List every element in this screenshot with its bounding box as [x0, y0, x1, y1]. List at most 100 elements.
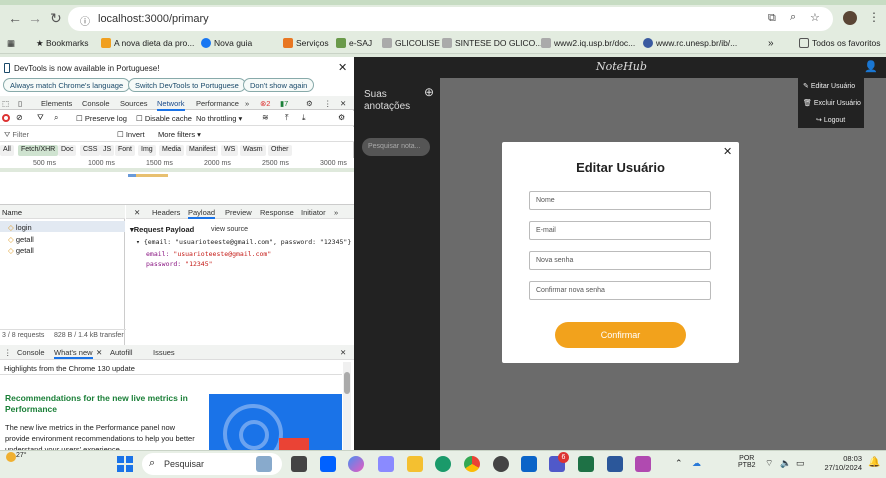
- star-icon[interactable]: ☆: [810, 11, 820, 24]
- weather-temp[interactable]: 27°: [16, 452, 27, 459]
- request-row[interactable]: ◇ login: [8, 223, 32, 232]
- confirm-button[interactable]: Confirmar: [555, 322, 686, 348]
- new-password-input[interactable]: Nova senha: [529, 251, 711, 270]
- chip-font[interactable]: Font: [115, 145, 136, 156]
- invert-checkbox[interactable]: ☐ Invert: [117, 130, 145, 139]
- search-icon[interactable]: ⌕: [54, 113, 58, 123]
- view-source-link[interactable]: view source: [211, 226, 248, 233]
- chip-fetch-xhr[interactable]: Fetch/XHR: [18, 145, 59, 156]
- filter-funnel-icon[interactable]: ⛛: [37, 113, 44, 123]
- language-indicator[interactable]: POR PTB2: [738, 455, 756, 469]
- windows-start-icon[interactable]: [117, 456, 133, 472]
- tab-elements[interactable]: Elements: [41, 99, 72, 108]
- bookmark-nova-guia[interactable]: Nova guia: [201, 38, 252, 48]
- app-icon[interactable]: [493, 456, 509, 472]
- snipping-tool-icon[interactable]: [635, 456, 651, 472]
- zoom-icon[interactable]: ⌕: [790, 11, 796, 24]
- chip-js[interactable]: JS: [100, 145, 115, 156]
- copilot-icon[interactable]: [348, 456, 364, 472]
- chip-all[interactable]: All: [0, 145, 14, 156]
- dont-show-again-button[interactable]: Don't show again: [243, 78, 315, 92]
- url-text[interactable]: localhost:3000/primary: [98, 13, 209, 25]
- bookmark-glicolise[interactable]: GLICOLISE: [382, 38, 440, 48]
- chip-doc[interactable]: Doc: [58, 145, 77, 156]
- chip-manifest[interactable]: Manifest: [186, 145, 219, 156]
- disable-cache-checkbox[interactable]: ☐ Disable cache: [136, 114, 192, 123]
- switch-portuguese-button[interactable]: Switch DevTools to Portuguese: [128, 78, 246, 92]
- drawer-tab-autofill[interactable]: Autofill: [110, 348, 133, 357]
- record-icon[interactable]: [2, 114, 10, 122]
- chip-other[interactable]: Other: [268, 145, 292, 156]
- tab-initiator[interactable]: Initiator: [301, 208, 326, 217]
- modal-close-icon[interactable]: ✕: [723, 145, 732, 158]
- onedrive-icon[interactable]: ☁: [692, 458, 701, 469]
- cast-icon[interactable]: ⧉: [768, 12, 776, 25]
- task-view-icon[interactable]: [291, 456, 307, 472]
- chip-wasm[interactable]: Wasm: [240, 145, 266, 156]
- edge-icon[interactable]: [435, 456, 451, 472]
- bookmark-bookmarks[interactable]: ★ Bookmarks: [36, 38, 89, 49]
- site-info-icon[interactable]: ⓘ: [80, 13, 90, 28]
- bookmark-dieta[interactable]: A nova dieta da pro...: [101, 38, 194, 48]
- drawer-tab-issues[interactable]: Issues: [153, 348, 175, 357]
- bookmark-esaj[interactable]: e-SAJ: [336, 38, 372, 48]
- warning-count[interactable]: ▮7: [280, 99, 288, 108]
- chip-img[interactable]: Img: [138, 145, 156, 156]
- menu-delete-user[interactable]: 🗑 Excluir Usuário: [803, 99, 861, 107]
- profile-avatar[interactable]: [843, 11, 857, 25]
- devtools-menu-icon[interactable]: ⋮: [324, 99, 332, 108]
- drawer-tab-whats-new[interactable]: What's new: [54, 348, 93, 359]
- banner-close-icon[interactable]: ✕: [338, 61, 347, 74]
- request-row[interactable]: ◇ getall: [8, 235, 34, 244]
- app-icon[interactable]: [378, 456, 394, 472]
- inspect-icon[interactable]: ⬚: [2, 99, 9, 108]
- outlook-icon[interactable]: [521, 456, 537, 472]
- tab-preview[interactable]: Preview: [225, 208, 252, 217]
- tray-chevron-icon[interactable]: ⌃: [675, 458, 683, 469]
- request-row[interactable]: ◇ getall: [8, 246, 34, 255]
- chip-media[interactable]: Media: [159, 145, 185, 156]
- dropbox-icon[interactable]: [320, 456, 336, 472]
- tab-headers[interactable]: Headers: [152, 208, 180, 217]
- forward-icon[interactable]: →: [28, 10, 42, 26]
- upload-icon[interactable]: ⤒: [285, 113, 289, 123]
- more-tabs-icon[interactable]: »: [245, 99, 249, 108]
- tab-performance[interactable]: Performance: [196, 99, 239, 108]
- wifi-icon[interactable]: ≋: [262, 113, 269, 122]
- apps-grid-icon[interactable]: ▦: [7, 38, 15, 49]
- tab-payload[interactable]: Payload: [188, 208, 216, 219]
- tab-response[interactable]: Response: [260, 208, 294, 217]
- drawer-close-icon[interactable]: ✕: [340, 348, 346, 357]
- chip-ws[interactable]: WS: [221, 145, 239, 156]
- error-count[interactable]: ⊗2: [260, 99, 270, 108]
- menu-logout[interactable]: ↪ Logout: [816, 116, 845, 124]
- payload-summary[interactable]: ▾ {email: "usuarioteeste@gmail.com", pas…: [136, 238, 351, 246]
- menu-dots-icon[interactable]: ⋮: [868, 10, 880, 24]
- notifications-icon[interactable]: 🔔: [868, 457, 880, 468]
- menu-edit-user[interactable]: ✎ Editar Usuário: [803, 82, 855, 90]
- name-column-header[interactable]: Name: [2, 208, 22, 217]
- request-payload-title[interactable]: ▾Request Payload: [130, 225, 194, 234]
- bookmark-iq-usp[interactable]: www2.iq.usp.br/doc...: [541, 38, 635, 48]
- email-input[interactable]: E-mail: [529, 221, 711, 240]
- drawer-tab-console[interactable]: Console: [17, 348, 45, 357]
- reload-icon[interactable]: ↻: [50, 10, 62, 27]
- devtools-close-icon[interactable]: ✕: [340, 99, 346, 108]
- volume-icon[interactable]: 🔈: [780, 458, 791, 469]
- weather-icon[interactable]: [6, 452, 16, 462]
- bookmark-todos-favoritos[interactable]: Todos os favoritos: [799, 38, 881, 48]
- add-note-icon[interactable]: ⊕: [424, 85, 434, 99]
- tab-network[interactable]: Network: [157, 99, 185, 111]
- back-icon[interactable]: ←: [8, 10, 22, 26]
- bookmark-sintese[interactable]: SINTESE DO GLICO...: [442, 38, 542, 48]
- user-icon[interactable]: 👤: [864, 60, 878, 73]
- detail-close-icon[interactable]: ✕: [134, 208, 140, 217]
- word-icon[interactable]: [607, 456, 623, 472]
- device-toggle-icon[interactable]: ▯: [18, 99, 22, 108]
- tab-console[interactable]: Console: [82, 99, 110, 108]
- bookmark-unesp[interactable]: www.rc.unesp.br/ib/...: [643, 38, 737, 48]
- bookmarks-overflow-icon[interactable]: »: [768, 38, 774, 49]
- more-detail-tabs-icon[interactable]: »: [334, 208, 338, 217]
- battery-icon[interactable]: ▭: [796, 458, 805, 469]
- file-explorer-icon[interactable]: [407, 456, 423, 472]
